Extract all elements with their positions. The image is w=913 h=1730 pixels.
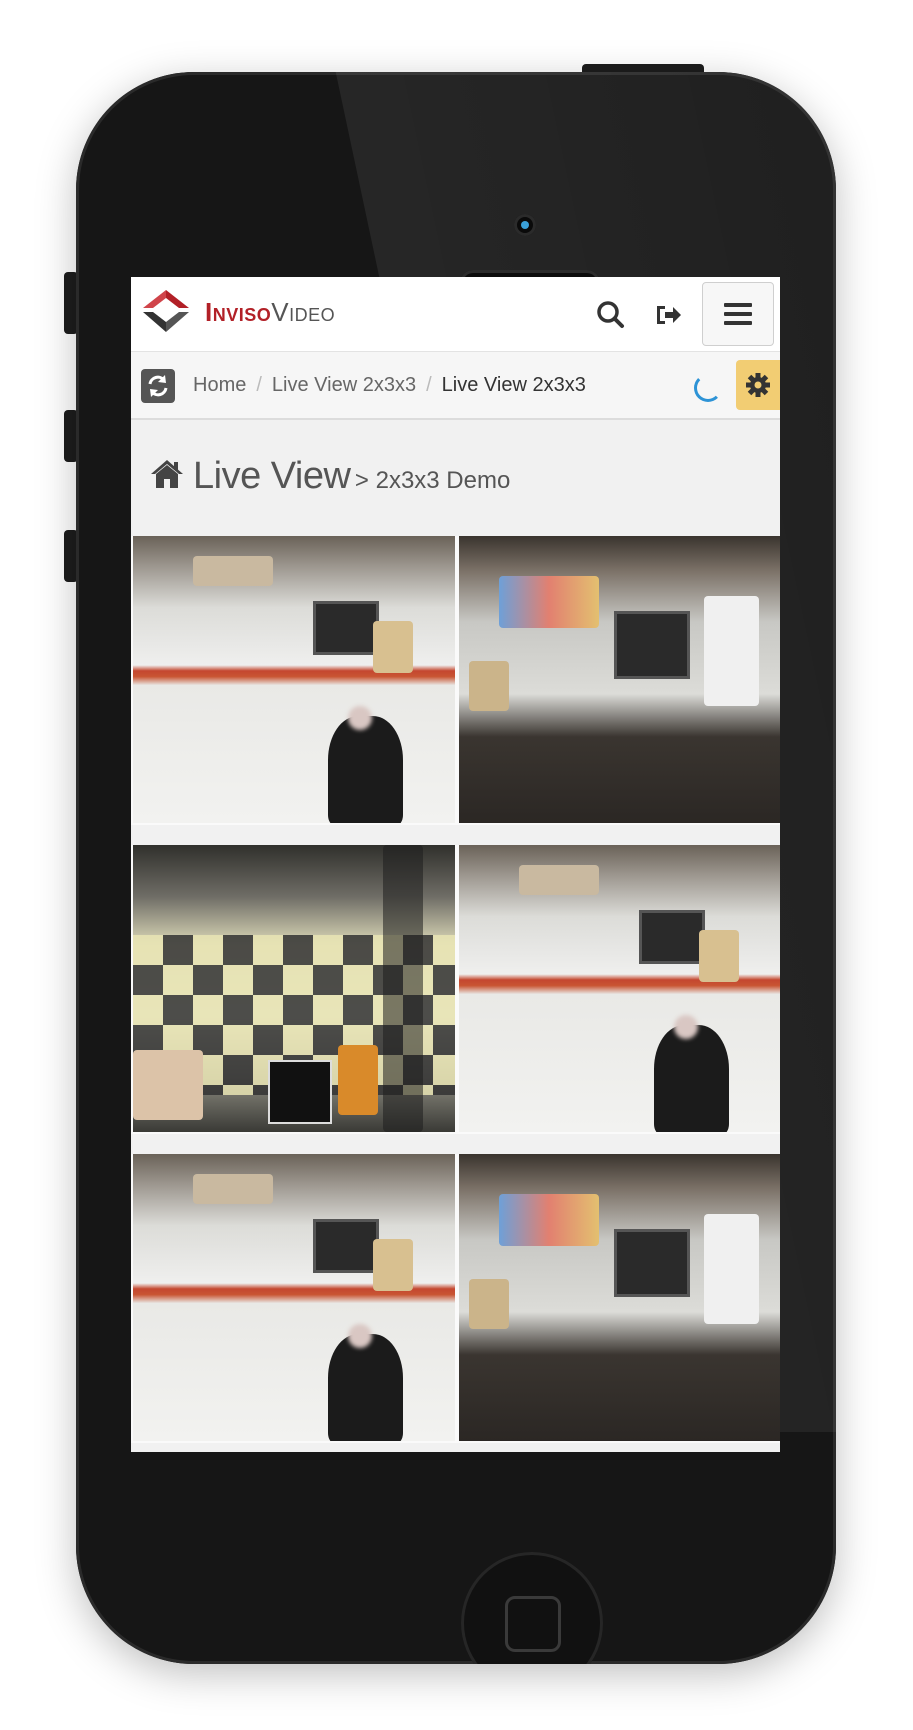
- camera-row: [131, 1154, 780, 1443]
- camera-row: [131, 845, 780, 1134]
- camera-row: [131, 536, 780, 825]
- menu-icon: [724, 303, 752, 325]
- page-subtitle: > 2x3x3 Demo: [354, 467, 511, 494]
- breadcrumb-separator: /: [256, 374, 262, 396]
- search-icon[interactable]: [591, 295, 631, 335]
- breadcrumb-separator: /: [426, 374, 432, 396]
- front-camera: [514, 214, 536, 236]
- camera-feed-2[interactable]: [459, 536, 780, 823]
- settings-button[interactable]: [736, 360, 780, 410]
- menu-button[interactable]: [702, 282, 774, 346]
- brand-primary: Inviso: [205, 297, 272, 327]
- home-icon: [151, 460, 183, 488]
- page-title: Live View > 2x3x3 Demo: [149, 455, 510, 498]
- sign-out-icon[interactable]: [649, 295, 689, 335]
- breadcrumb-bar: Home / Live View 2x3x3 / Live View 2x3x3: [131, 352, 780, 420]
- breadcrumb-live-view[interactable]: Live View 2x3x3: [272, 374, 416, 396]
- camera-feed-5[interactable]: [133, 1154, 455, 1441]
- phone-screen: InvisoVideo Home / Live View 2x3x3 / Liv…: [131, 277, 780, 1452]
- refresh-icon: [148, 375, 168, 397]
- loading-spinner-icon: [694, 374, 722, 402]
- brand-name[interactable]: InvisoVideo: [205, 297, 335, 328]
- breadcrumb: Home / Live View 2x3x3 / Live View 2x3x3: [193, 374, 586, 397]
- page-title-text: Live View: [193, 455, 351, 497]
- camera-feed-4[interactable]: [459, 845, 780, 1132]
- inviso-logo-icon: [143, 290, 189, 332]
- camera-feed-3[interactable]: [133, 845, 455, 1132]
- refresh-button[interactable]: [141, 369, 175, 403]
- breadcrumb-home[interactable]: Home: [193, 374, 246, 396]
- home-button: [461, 1552, 603, 1664]
- breadcrumb-current: Live View 2x3x3: [441, 374, 586, 396]
- gear-icon: [746, 373, 770, 397]
- brand-secondary: Video: [271, 297, 336, 327]
- camera-feed-1[interactable]: [133, 536, 455, 823]
- camera-feed-6[interactable]: [459, 1154, 780, 1441]
- top-navbar: InvisoVideo: [131, 277, 780, 352]
